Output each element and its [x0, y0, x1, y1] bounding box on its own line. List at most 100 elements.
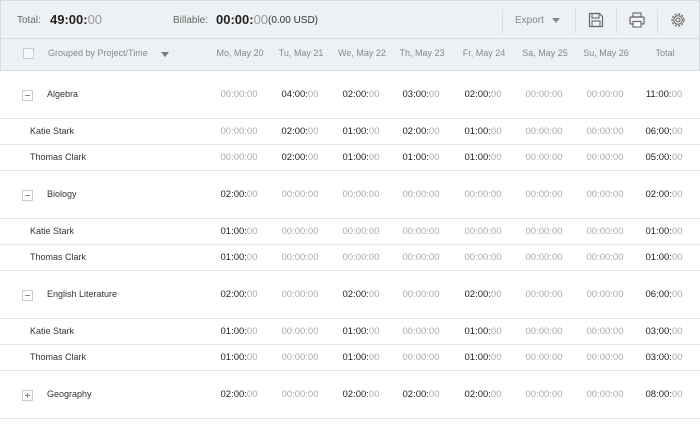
time-seconds: 00: [551, 252, 563, 263]
time-cell: 00:00:00: [509, 252, 579, 263]
total-value: 49:00:00: [50, 12, 103, 27]
time-hours-minutes: 01:00:: [220, 326, 247, 337]
time-cell: 00:00:00: [448, 252, 518, 263]
time-cell: 01:00:00: [448, 352, 518, 363]
time-seconds: 00: [671, 226, 683, 237]
time-hours-minutes: 00:00:: [525, 389, 552, 400]
time-cell: 02:00:00: [448, 289, 518, 300]
icon-bar: [25, 195, 30, 196]
member-row: Katie Stark 01:00:00 00:00:00 01:00:00 00:00…: [0, 319, 700, 345]
time-seconds: 00: [307, 189, 319, 200]
time-hours-minutes: 00:00:: [586, 326, 613, 337]
time-cell: 02:00:00: [386, 126, 456, 137]
grouping-selector[interactable]: Grouped by Project/Time: [48, 48, 148, 58]
time-hours-minutes: 00:00:: [586, 89, 613, 100]
plus-square-icon[interactable]: [23, 48, 34, 59]
time-hours-minutes: 00:00:: [525, 189, 552, 200]
time-hours-minutes: 00:00:: [525, 352, 552, 363]
time-cell: 00:00:00: [265, 389, 335, 400]
time-cell: 00:00:00: [265, 289, 335, 300]
time-cell: 00:00:00: [386, 326, 456, 337]
time-cell: 01:00:00: [448, 326, 518, 337]
time-hours-minutes: 01:00:: [220, 252, 247, 263]
gear-icon[interactable]: [669, 11, 687, 29]
time-cell: 02:00:00: [204, 389, 274, 400]
time-cell: 00:00:00: [265, 189, 335, 200]
time-seconds: 00: [551, 126, 563, 137]
time-seconds: 00: [490, 352, 502, 363]
printer-icon[interactable]: [628, 11, 646, 29]
total-label: Total:: [17, 15, 41, 26]
row-total-cell: 03:00:00: [629, 352, 699, 363]
time-cell: 00:00:00: [265, 326, 335, 337]
time-hours-minutes: 01:00:: [220, 226, 247, 237]
time-hours-minutes: 00:00:: [586, 152, 613, 163]
floppy-disk-icon[interactable]: [587, 11, 605, 29]
time-seconds: 00: [368, 189, 380, 200]
time-hours-minutes: 01:00:: [464, 126, 491, 137]
export-dropdown[interactable]: Export: [515, 15, 560, 26]
icon-bar: [25, 95, 30, 96]
time-cell: 00:00:00: [386, 226, 456, 237]
time-seconds: 00: [246, 226, 258, 237]
time-seconds: 00: [428, 326, 440, 337]
time-hours-minutes: 08:00:: [645, 389, 672, 400]
time-cell: 00:00:00: [509, 289, 579, 300]
time-seconds: 00: [428, 289, 440, 300]
column-header-row: Grouped by Project/Time Mo, May 20 Tu, Ma…: [0, 39, 700, 71]
time-hours-minutes: 02:00:: [402, 389, 429, 400]
time-seconds: 00: [612, 252, 624, 263]
time-seconds: 00: [368, 226, 380, 237]
time-seconds: 00: [428, 189, 440, 200]
time-seconds: 00: [428, 126, 440, 137]
time-hours-minutes: 02:00:: [281, 126, 308, 137]
time-cell: 02:00:00: [204, 189, 274, 200]
row-total-cell: 11:00:00: [629, 89, 699, 100]
project-name: Biology: [47, 189, 77, 199]
time-seconds: 00: [428, 226, 440, 237]
time-hours-minutes: 03:00:: [402, 89, 429, 100]
time-hours-minutes: 00:00:: [525, 226, 552, 237]
time-seconds: 00: [551, 226, 563, 237]
time-cell: 00:00:00: [265, 352, 335, 363]
billable-value: 00:00:00: [216, 12, 269, 27]
time-hours-minutes: 00:00:: [402, 252, 429, 263]
time-cell: 01:00:00: [448, 126, 518, 137]
time-hours-minutes: 00:00:: [525, 289, 552, 300]
time-seconds: 00: [490, 152, 502, 163]
time-hours-minutes: 01:00:: [342, 126, 369, 137]
time-seconds: 00: [612, 189, 624, 200]
time-seconds: 00: [612, 226, 624, 237]
time-cell: 02:00:00: [448, 89, 518, 100]
time-hours-minutes: 00:00:: [281, 252, 308, 263]
time-hours-minutes: 00:00:: [342, 189, 369, 200]
time-seconds: 00: [246, 326, 258, 337]
project-name: English Literature: [47, 289, 118, 299]
time-hours-minutes: 00:00:: [281, 189, 308, 200]
row-total-cell: 05:00:00: [629, 152, 699, 163]
time-hours-minutes: 00:00:: [402, 352, 429, 363]
time-hours-minutes: 01:00:: [342, 152, 369, 163]
time-hours-minutes: 01:00:: [220, 352, 247, 363]
time-hours-minutes: 00:00:: [342, 252, 369, 263]
time-cell: 00:00:00: [509, 226, 579, 237]
chevron-down-icon: [551, 17, 560, 23]
column-header-day: Sa, May 25: [522, 48, 568, 58]
chevron-down-icon[interactable]: [161, 52, 169, 57]
minus-square-icon[interactable]: [22, 90, 33, 101]
time-seconds: 00: [671, 189, 683, 200]
minus-square-icon[interactable]: [22, 190, 33, 201]
time-hours-minutes: 02:00:: [281, 152, 308, 163]
time-hours-minutes: 00:00:: [525, 252, 552, 263]
time-hours-minutes: 00:00:: [220, 126, 247, 137]
time-seconds: 00: [612, 352, 624, 363]
time-cell: 00:00:00: [265, 226, 335, 237]
row-total-cell: 06:00:00: [629, 289, 699, 300]
minus-square-icon[interactable]: [22, 290, 33, 301]
icon-bar: [27, 393, 28, 398]
plus-square-icon[interactable]: [22, 390, 33, 401]
divider: [616, 9, 617, 33]
time-seconds: 00: [612, 326, 624, 337]
time-seconds: 00: [307, 126, 319, 137]
time-seconds: 00: [246, 152, 258, 163]
